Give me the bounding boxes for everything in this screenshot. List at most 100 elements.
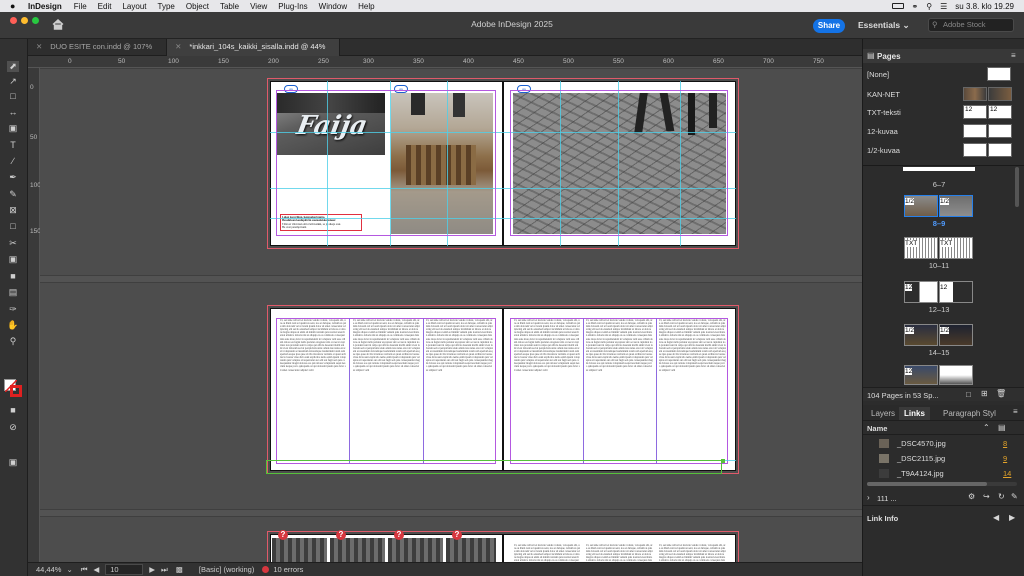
menu-icon[interactable]: ≡: [1011, 51, 1016, 60]
missing-link-icon[interactable]: ?: [452, 530, 462, 540]
eyedropper-tool-icon[interactable]: ✑: [7, 304, 19, 315]
apply-none-icon[interactable]: ⊘: [7, 422, 19, 433]
next-link-icon[interactable]: ▶: [1009, 513, 1015, 522]
page-field[interactable]: 10: [105, 564, 144, 575]
menu-plugins[interactable]: Plug-Ins: [278, 2, 307, 11]
page-column-icon[interactable]: ▤: [998, 423, 1006, 432]
delete-page-icon[interactable]: 🗑: [996, 389, 1006, 398]
free-transform-tool-icon[interactable]: ▣: [7, 254, 19, 265]
adobe-stock-search[interactable]: ⚲ Adobe Stock: [928, 18, 1014, 32]
rectangle-tool-icon[interactable]: □: [7, 221, 19, 232]
stroke-swatch[interactable]: [10, 385, 22, 397]
chevron-right-icon[interactable]: ›: [867, 493, 870, 502]
rectangle-frame-tool-icon[interactable]: ⊠: [7, 205, 19, 216]
text-frame[interactable]: Ut, sed ume vellorit et molorie vendre v…: [514, 319, 580, 445]
gap-tool-icon[interactable]: ↔: [7, 107, 19, 118]
close-icon[interactable]: ✕: [175, 42, 181, 51]
menu-edit[interactable]: Edit: [98, 2, 112, 11]
content-collector-icon[interactable]: ▣: [7, 123, 19, 134]
selected-frame[interactable]: [266, 460, 722, 474]
film-photo[interactable]: [272, 538, 327, 562]
master-none[interactable]: [None]: [867, 67, 1017, 83]
tab-paragraph-styles[interactable]: Paragraph Styl: [943, 409, 996, 418]
text-frame[interactable]: Ut, sed ume vellorit et molorie vendre v…: [514, 544, 580, 562]
wifi-icon[interactable]: ⚭: [912, 2, 919, 11]
text-frame[interactable]: Ut, sed ume vellorit et molorie vendre v…: [586, 319, 653, 461]
document-canvas[interactable]: Faija ∞ ∞ ∞ Lukat kaverihun, hengaahed m…: [40, 68, 862, 562]
type-tool-icon[interactable]: T: [7, 140, 19, 151]
apply-color-icon[interactable]: ■: [7, 405, 19, 416]
preflight-profile[interactable]: [Basic] (working): [199, 565, 254, 574]
links-scrollbar[interactable]: [867, 482, 1017, 486]
clock[interactable]: su 3.8. klo 19.29: [955, 2, 1014, 11]
tab-duo-esite[interactable]: ✕ DUO ESITE con.indd @ 107%: [28, 39, 168, 56]
film-photo[interactable]: [330, 538, 385, 562]
link-page[interactable]: 8: [1003, 439, 1007, 448]
screen-mode-icon[interactable]: ▣: [7, 457, 19, 468]
preflight-errors[interactable]: 10 errors: [273, 565, 303, 574]
spread-14-15[interactable]: 1/2 1/2 14–15: [903, 324, 975, 360]
spread-10-11[interactable]: TXT TXT 10–11: [903, 237, 975, 273]
hand-tool-icon[interactable]: ✋: [7, 320, 19, 331]
previous-page-icon[interactable]: ◀: [93, 565, 99, 574]
missing-link-icon[interactable]: ?: [336, 530, 346, 540]
text-frame[interactable]: Ut, sed ume vellorit et molorie vendre v…: [426, 319, 493, 419]
update-link-icon[interactable]: ↻: [998, 492, 1005, 501]
missing-link-icon[interactable]: ?: [394, 530, 404, 540]
new-page-icon[interactable]: ⊞: [981, 389, 988, 398]
film-photo[interactable]: [446, 538, 496, 562]
direct-selection-tool-icon[interactable]: ↗: [7, 76, 19, 87]
last-page-icon[interactable]: ⏭: [161, 565, 168, 575]
edit-original-icon[interactable]: ✎: [1011, 492, 1018, 501]
text-frame[interactable]: Ut, sed ume vellorit et molorie vendre v…: [280, 319, 346, 445]
vertical-ruler[interactable]: 0 50 100 150: [28, 68, 41, 562]
edit-page-size-icon[interactable]: □: [966, 390, 971, 399]
menu-table[interactable]: Table: [220, 2, 239, 11]
link-page[interactable]: 14: [1003, 469, 1011, 478]
link-row[interactable]: _T9A4124.jpg 14: [863, 467, 1024, 480]
master-12-kuvaa[interactable]: 12-kuvaa: [867, 124, 1017, 140]
app-menu[interactable]: InDesign: [28, 2, 62, 11]
menu-view[interactable]: View: [250, 2, 267, 11]
link-row[interactable]: _DSC2115.jpg 9: [863, 452, 1024, 465]
menu-layout[interactable]: Layout: [122, 2, 146, 11]
menu-window[interactable]: Window: [319, 2, 347, 11]
previous-link-icon[interactable]: ◀: [993, 513, 999, 522]
menu-object[interactable]: Object: [186, 2, 209, 11]
text-frame[interactable]: Ut, sed ume vellorit et molorie vendre v…: [586, 544, 653, 562]
name-column[interactable]: Name: [867, 424, 887, 433]
next-page-icon[interactable]: ▶: [149, 565, 155, 574]
link-row[interactable]: _DSC4570.jpg 8: [863, 437, 1024, 450]
menu-type[interactable]: Type: [158, 2, 175, 11]
pages-scrollbar[interactable]: [1015, 167, 1019, 207]
text-frame[interactable]: Ut, sed ume vellorit et molorie vendre v…: [353, 319, 420, 461]
menu-icon[interactable]: ≡: [1013, 407, 1018, 416]
share-button[interactable]: Share: [813, 19, 845, 33]
master-half-kuvaa[interactable]: 1/2-kuvaa: [867, 143, 1017, 159]
master-txt-teksti[interactable]: TXT-teksti 12 12: [867, 105, 1017, 121]
spread-16-17[interactable]: 12: [903, 365, 975, 387]
search-icon[interactable]: ⚲: [926, 2, 932, 11]
control-center-icon[interactable]: ☰: [940, 2, 947, 11]
sort-icon[interactable]: ⌃: [983, 423, 990, 432]
page-tool-icon[interactable]: □: [7, 91, 19, 102]
close-icon[interactable]: ✕: [36, 42, 42, 51]
spread-8-9[interactable]: 1/2 1/2 8–9: [903, 195, 975, 231]
pen-tool-icon[interactable]: ✒: [7, 172, 19, 183]
workspace-switcher[interactable]: Essentials ⌄: [858, 20, 910, 31]
first-page-icon[interactable]: ⏮: [81, 565, 88, 575]
note-tool-icon[interactable]: ▤: [7, 287, 19, 298]
tab-links[interactable]: Links: [899, 407, 930, 420]
chevron-down-icon[interactable]: ⌄: [66, 565, 72, 574]
apple-icon[interactable]: ●: [10, 1, 20, 11]
go-to-link-icon[interactable]: ↪: [983, 492, 990, 501]
tab-layers[interactable]: Layers: [871, 409, 895, 418]
film-photo[interactable]: [388, 538, 443, 562]
overset-handle[interactable]: [721, 459, 725, 463]
master-kan-net[interactable]: KAN-NET: [867, 87, 1017, 103]
selection-tool-icon[interactable]: ⬈: [7, 61, 19, 72]
tab-inkkari[interactable]: ✕ *inkkari_104s_kaikki_sisalla.indd @ 44%: [167, 39, 341, 56]
horizontal-ruler[interactable]: 0 50 100 150 200 250 300 350 400 450 500…: [28, 56, 862, 68]
battery-icon[interactable]: [891, 3, 904, 9]
text-frame[interactable]: Ut, sed ume vellorit et molorie vendre v…: [659, 319, 726, 415]
